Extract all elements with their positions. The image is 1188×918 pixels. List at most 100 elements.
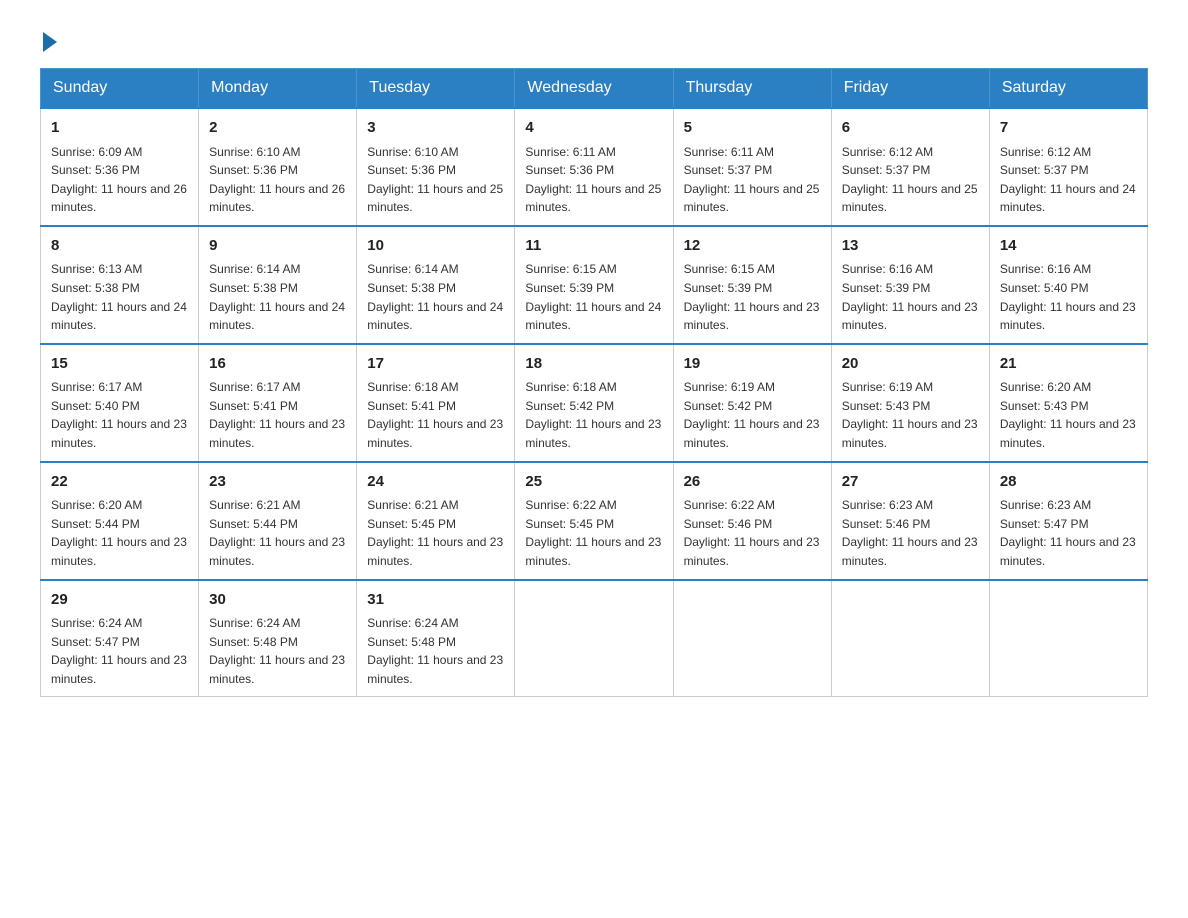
- day-number: 30: [209, 589, 346, 612]
- calendar-day-header: Thursday: [673, 69, 831, 109]
- day-number: 19: [684, 353, 821, 376]
- calendar-day-cell: 6 Sunrise: 6:12 AMSunset: 5:37 PMDaylight…: [831, 108, 989, 226]
- day-number: 1: [51, 117, 188, 140]
- calendar-week-row: 29Sunrise: 6:24 AMSunset: 5:47 PMDayligh…: [41, 580, 1148, 697]
- day-number: 5: [684, 117, 821, 140]
- calendar-day-cell: 4 Sunrise: 6:11 AMSunset: 5:36 PMDaylight…: [515, 108, 673, 226]
- calendar-day-cell: 16Sunrise: 6:17 AMSunset: 5:41 PMDayligh…: [199, 344, 357, 462]
- day-number: 16: [209, 353, 346, 376]
- calendar-day-header: Tuesday: [357, 69, 515, 109]
- calendar-day-cell: 20Sunrise: 6:19 AMSunset: 5:43 PMDayligh…: [831, 344, 989, 462]
- calendar-day-cell: 26Sunrise: 6:22 AMSunset: 5:46 PMDayligh…: [673, 462, 831, 580]
- day-info: Sunrise: 6:24 AMSunset: 5:48 PMDaylight:…: [367, 614, 504, 688]
- calendar-day-cell: 18Sunrise: 6:18 AMSunset: 5:42 PMDayligh…: [515, 344, 673, 462]
- day-number: 23: [209, 471, 346, 494]
- day-number: 2: [209, 117, 346, 140]
- calendar-day-cell: 9Sunrise: 6:14 AMSunset: 5:38 PMDaylight…: [199, 226, 357, 344]
- day-info: Sunrise: 6:12 AMSunset: 5:37 PMDaylight:…: [1000, 143, 1137, 217]
- day-info: Sunrise: 6:22 AMSunset: 5:45 PMDaylight:…: [525, 496, 662, 570]
- calendar-week-row: 8Sunrise: 6:13 AMSunset: 5:38 PMDaylight…: [41, 226, 1148, 344]
- calendar-day-cell: 28Sunrise: 6:23 AMSunset: 5:47 PMDayligh…: [989, 462, 1147, 580]
- day-info: Sunrise: 6:21 AMSunset: 5:44 PMDaylight:…: [209, 496, 346, 570]
- calendar-day-cell: 2 Sunrise: 6:10 AMSunset: 5:36 PMDaylight…: [199, 108, 357, 226]
- calendar-week-row: 15Sunrise: 6:17 AMSunset: 5:40 PMDayligh…: [41, 344, 1148, 462]
- day-number: 6: [842, 117, 979, 140]
- day-info: Sunrise: 6:23 AMSunset: 5:47 PMDaylight:…: [1000, 496, 1137, 570]
- calendar-day-cell: 8Sunrise: 6:13 AMSunset: 5:38 PMDaylight…: [41, 226, 199, 344]
- day-info: Sunrise: 6:10 AMSunset: 5:36 PMDaylight:…: [209, 143, 346, 217]
- calendar-day-cell: [989, 580, 1147, 697]
- calendar-day-header: Saturday: [989, 69, 1147, 109]
- calendar-day-header: Monday: [199, 69, 357, 109]
- day-number: 7: [1000, 117, 1137, 140]
- day-info: Sunrise: 6:14 AMSunset: 5:38 PMDaylight:…: [209, 260, 346, 334]
- day-info: Sunrise: 6:09 AMSunset: 5:36 PMDaylight:…: [51, 143, 188, 217]
- day-info: Sunrise: 6:24 AMSunset: 5:47 PMDaylight:…: [51, 614, 188, 688]
- day-info: Sunrise: 6:15 AMSunset: 5:39 PMDaylight:…: [684, 260, 821, 334]
- calendar-day-cell: 22Sunrise: 6:20 AMSunset: 5:44 PMDayligh…: [41, 462, 199, 580]
- day-info: Sunrise: 6:21 AMSunset: 5:45 PMDaylight:…: [367, 496, 504, 570]
- calendar-day-cell: 5 Sunrise: 6:11 AMSunset: 5:37 PMDaylight…: [673, 108, 831, 226]
- day-number: 17: [367, 353, 504, 376]
- day-info: Sunrise: 6:18 AMSunset: 5:42 PMDaylight:…: [525, 378, 662, 452]
- day-info: Sunrise: 6:24 AMSunset: 5:48 PMDaylight:…: [209, 614, 346, 688]
- calendar-day-cell: 23Sunrise: 6:21 AMSunset: 5:44 PMDayligh…: [199, 462, 357, 580]
- day-info: Sunrise: 6:16 AMSunset: 5:40 PMDaylight:…: [1000, 260, 1137, 334]
- day-info: Sunrise: 6:18 AMSunset: 5:41 PMDaylight:…: [367, 378, 504, 452]
- day-number: 10: [367, 235, 504, 258]
- day-info: Sunrise: 6:14 AMSunset: 5:38 PMDaylight:…: [367, 260, 504, 334]
- day-info: Sunrise: 6:19 AMSunset: 5:42 PMDaylight:…: [684, 378, 821, 452]
- day-info: Sunrise: 6:11 AMSunset: 5:37 PMDaylight:…: [684, 143, 821, 217]
- day-number: 4: [525, 117, 662, 140]
- calendar-day-cell: 1 Sunrise: 6:09 AMSunset: 5:36 PMDaylight…: [41, 108, 199, 226]
- logo-arrow-icon: [43, 32, 57, 52]
- calendar-day-cell: 3 Sunrise: 6:10 AMSunset: 5:36 PMDaylight…: [357, 108, 515, 226]
- calendar-day-cell: [673, 580, 831, 697]
- calendar-header-row: SundayMondayTuesdayWednesdayThursdayFrid…: [41, 69, 1148, 109]
- day-number: 31: [367, 589, 504, 612]
- day-number: 14: [1000, 235, 1137, 258]
- day-info: Sunrise: 6:17 AMSunset: 5:40 PMDaylight:…: [51, 378, 188, 452]
- day-info: Sunrise: 6:15 AMSunset: 5:39 PMDaylight:…: [525, 260, 662, 334]
- day-number: 25: [525, 471, 662, 494]
- day-info: Sunrise: 6:12 AMSunset: 5:37 PMDaylight:…: [842, 143, 979, 217]
- calendar-day-cell: 12Sunrise: 6:15 AMSunset: 5:39 PMDayligh…: [673, 226, 831, 344]
- day-info: Sunrise: 6:23 AMSunset: 5:46 PMDaylight:…: [842, 496, 979, 570]
- day-info: Sunrise: 6:22 AMSunset: 5:46 PMDaylight:…: [684, 496, 821, 570]
- day-number: 20: [842, 353, 979, 376]
- day-number: 8: [51, 235, 188, 258]
- calendar-day-header: Wednesday: [515, 69, 673, 109]
- day-info: Sunrise: 6:13 AMSunset: 5:38 PMDaylight:…: [51, 260, 188, 334]
- day-number: 3: [367, 117, 504, 140]
- day-info: Sunrise: 6:20 AMSunset: 5:43 PMDaylight:…: [1000, 378, 1137, 452]
- day-number: 15: [51, 353, 188, 376]
- day-number: 9: [209, 235, 346, 258]
- calendar-day-cell: [515, 580, 673, 697]
- calendar-day-cell: 13Sunrise: 6:16 AMSunset: 5:39 PMDayligh…: [831, 226, 989, 344]
- page-header: [40, 30, 1148, 48]
- calendar-day-cell: 21Sunrise: 6:20 AMSunset: 5:43 PMDayligh…: [989, 344, 1147, 462]
- calendar-day-cell: 11Sunrise: 6:15 AMSunset: 5:39 PMDayligh…: [515, 226, 673, 344]
- day-number: 22: [51, 471, 188, 494]
- calendar-week-row: 22Sunrise: 6:20 AMSunset: 5:44 PMDayligh…: [41, 462, 1148, 580]
- calendar-day-cell: 10Sunrise: 6:14 AMSunset: 5:38 PMDayligh…: [357, 226, 515, 344]
- calendar-day-header: Sunday: [41, 69, 199, 109]
- day-info: Sunrise: 6:17 AMSunset: 5:41 PMDaylight:…: [209, 378, 346, 452]
- calendar-week-row: 1 Sunrise: 6:09 AMSunset: 5:36 PMDaylight…: [41, 108, 1148, 226]
- calendar-day-cell: 27Sunrise: 6:23 AMSunset: 5:46 PMDayligh…: [831, 462, 989, 580]
- calendar-day-cell: 19Sunrise: 6:19 AMSunset: 5:42 PMDayligh…: [673, 344, 831, 462]
- day-number: 27: [842, 471, 979, 494]
- calendar-day-cell: [831, 580, 989, 697]
- calendar-day-cell: 25Sunrise: 6:22 AMSunset: 5:45 PMDayligh…: [515, 462, 673, 580]
- day-info: Sunrise: 6:11 AMSunset: 5:36 PMDaylight:…: [525, 143, 662, 217]
- calendar-day-header: Friday: [831, 69, 989, 109]
- day-number: 24: [367, 471, 504, 494]
- day-number: 13: [842, 235, 979, 258]
- day-info: Sunrise: 6:20 AMSunset: 5:44 PMDaylight:…: [51, 496, 188, 570]
- day-number: 18: [525, 353, 662, 376]
- calendar-day-cell: 24Sunrise: 6:21 AMSunset: 5:45 PMDayligh…: [357, 462, 515, 580]
- logo: [40, 30, 57, 48]
- day-info: Sunrise: 6:10 AMSunset: 5:36 PMDaylight:…: [367, 143, 504, 217]
- calendar-table: SundayMondayTuesdayWednesdayThursdayFrid…: [40, 68, 1148, 697]
- calendar-day-cell: 30Sunrise: 6:24 AMSunset: 5:48 PMDayligh…: [199, 580, 357, 697]
